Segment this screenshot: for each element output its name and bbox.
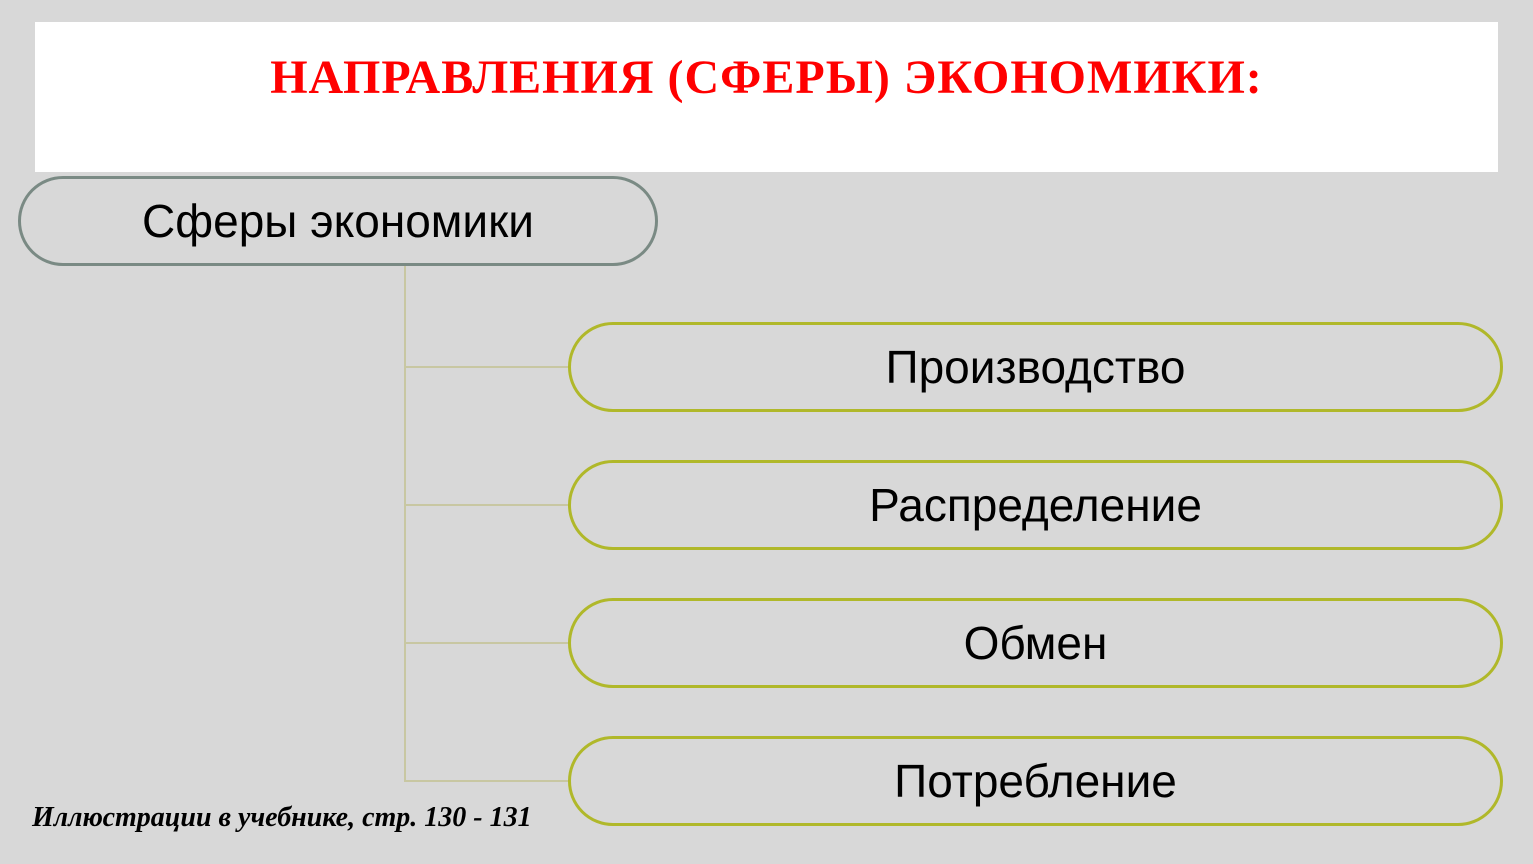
child-label: Обмен	[964, 616, 1108, 670]
child-node-production: Производство	[568, 322, 1503, 412]
child-label: Потребление	[894, 754, 1177, 808]
child-node-distribution: Распределение	[568, 460, 1503, 550]
root-node: Сферы экономики	[18, 176, 658, 266]
connector-vertical	[404, 266, 406, 782]
footer-note: Иллюстрации в учебнике, стр. 130 - 131	[32, 802, 532, 834]
connector-horizontal-3	[404, 642, 568, 644]
title-band: НАПРАВЛЕНИЯ (СФЕРЫ) ЭКОНОМИКИ:	[35, 22, 1498, 172]
slide-title: НАПРАВЛЕНИЯ (СФЕРЫ) ЭКОНОМИКИ:	[270, 50, 1263, 105]
child-label: Распределение	[869, 478, 1202, 532]
connector-horizontal-4	[404, 780, 568, 782]
child-node-consumption: Потребление	[568, 736, 1503, 826]
root-node-label: Сферы экономики	[142, 194, 534, 248]
connector-horizontal-1	[404, 366, 568, 368]
child-label: Производство	[886, 340, 1186, 394]
connector-horizontal-2	[404, 504, 568, 506]
child-node-exchange: Обмен	[568, 598, 1503, 688]
